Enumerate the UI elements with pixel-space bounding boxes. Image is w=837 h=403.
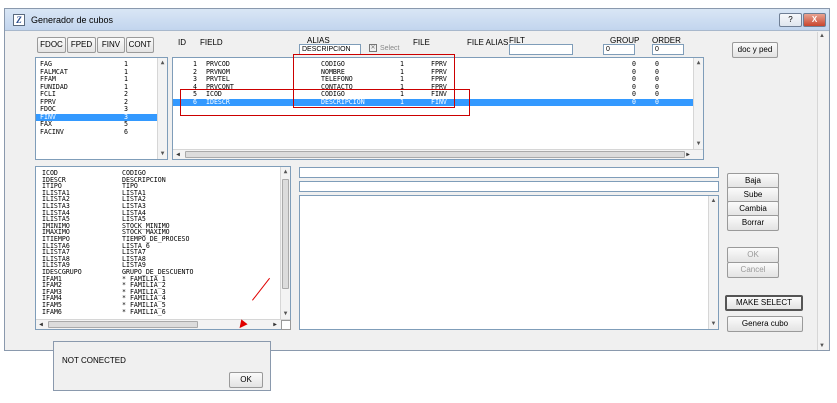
select-label: Select <box>380 45 400 52</box>
not-connected-dialog: NOT CONECTED OK <box>53 341 271 391</box>
sql-memo[interactable]: ▲ ▼ <box>299 195 719 330</box>
scroll-up-icon[interactable]: ▲ <box>158 58 167 68</box>
list-item[interactable]: IDESCR DESCRIPCION <box>36 176 280 184</box>
scroll-left-icon[interactable]: ◀ <box>173 150 183 159</box>
scroll-right-icon[interactable]: ▶ <box>270 320 280 329</box>
tab-fped[interactable]: FPED <box>67 37 96 53</box>
order-input[interactable]: 0 <box>652 44 684 55</box>
app-icon: Z <box>13 14 25 26</box>
list-item[interactable]: ITIPO TIPO <box>36 183 280 190</box>
list-item[interactable]: ILISTA8 LISTA8 <box>36 255 280 263</box>
list-item[interactable]: ILISTA7 LISTA7 <box>36 249 280 256</box>
list-item[interactable]: FACINV 6 <box>36 127 157 137</box>
window-vscrollbar[interactable]: ▲ ▼ <box>817 32 828 350</box>
size-grip <box>281 320 291 330</box>
scroll-down-icon[interactable]: ▼ <box>694 139 703 149</box>
help-button[interactable]: ? <box>779 13 802 27</box>
list-item[interactable]: IFAM6 * FAMILIA_6 <box>36 307 280 316</box>
scroll-down-icon[interactable]: ▼ <box>158 149 167 159</box>
ok-button[interactable]: OK <box>727 247 779 263</box>
table-list-scrollbar[interactable]: ▲ ▼ <box>157 58 167 159</box>
vscroll-thumb[interactable] <box>282 179 289 289</box>
expression-input-2[interactable] <box>299 181 719 192</box>
grid-hscrollbar[interactable]: ◀ ▶ <box>173 149 703 159</box>
cell-order: 0 <box>655 97 659 106</box>
header-field: FIELD <box>200 38 223 47</box>
scroll-down-icon[interactable]: ▼ <box>709 319 718 329</box>
group-input[interactable]: 0 <box>603 44 635 55</box>
list-item[interactable]: ILISTA4 LISTA4 <box>36 209 280 217</box>
header-id: ID <box>178 38 186 47</box>
header-file: FILE <box>413 38 430 47</box>
memo-vscrollbar[interactable]: ▲ ▼ <box>708 196 718 329</box>
field-source-list[interactable]: ICOD CODIGO IDESCR DESCRIPCION ITIPO TIPO ILIS… <box>35 166 291 330</box>
list-item[interactable]: ILISTA3 LISTA3 <box>36 202 280 210</box>
scroll-up-icon[interactable]: ▲ <box>281 167 290 177</box>
title-bar: Z Generador de cubos ? X <box>5 9 829 31</box>
dialog-ok-button[interactable]: OK <box>229 372 263 388</box>
select-checkbox-icon[interactable]: ✕ <box>369 44 377 52</box>
list-item[interactable]: ILISTA1 LISTA1 <box>36 189 280 197</box>
fields-vscrollbar[interactable]: ▲ ▼ <box>280 167 290 319</box>
scroll-up-icon[interactable]: ▲ <box>709 196 718 206</box>
field-code: IFAM6 <box>42 307 62 316</box>
cell-group: 0 <box>632 97 636 106</box>
hscroll-thumb[interactable] <box>48 321 198 328</box>
make-select-button[interactable]: MAKE SELECT <box>725 295 803 311</box>
hscroll-thumb[interactable] <box>185 151 685 158</box>
header-file-alias: FILE ALIAS <box>467 38 509 47</box>
tab-cont[interactable]: CONT <box>126 37 154 53</box>
fields-hscrollbar[interactable]: ◀ ▶ <box>36 319 290 329</box>
scroll-up-icon[interactable]: ▲ <box>694 58 703 68</box>
list-item[interactable]: ILISTA2 LISTA2 <box>36 196 280 203</box>
scroll-up-icon[interactable]: ▲ <box>819 33 825 39</box>
grid-vscrollbar[interactable]: ▲ ▼ <box>693 58 703 149</box>
borrar-button[interactable]: Borrar <box>727 215 779 231</box>
table-list[interactable]: FAG 1 FALMCAT 1 FFAM 1 FUNIDAD 1 FCLI 2 FPRV 2 FDOC 3… <box>35 57 168 160</box>
dialog-message: NOT CONECTED <box>62 356 126 365</box>
list-item[interactable]: ITIEMPO TIEMPO_DE_PROCESO <box>36 235 280 243</box>
cancel-button[interactable]: Cancel <box>727 262 779 278</box>
table-count: 6 <box>124 127 128 136</box>
tab-finv[interactable]: FINV <box>97 37 125 53</box>
expression-input[interactable] <box>299 167 719 178</box>
window-title: Generador de cubos <box>31 15 114 25</box>
list-item[interactable]: ILISTA6 LISTA_6 <box>36 242 280 250</box>
doc-y-ped-button[interactable]: doc y ped <box>732 42 778 58</box>
table-name: FACINV <box>40 127 64 136</box>
scroll-down-icon[interactable]: ▼ <box>281 309 290 319</box>
main-window: Z Generador de cubos ? X FDOC FPED FINV … <box>4 8 830 351</box>
genera-cubo-button[interactable]: Genera cubo <box>727 316 803 332</box>
close-button[interactable]: X <box>803 13 826 27</box>
highlight-box <box>180 89 470 116</box>
filt-input[interactable] <box>509 44 573 55</box>
field-desc: * FAMILIA_6 <box>122 307 166 316</box>
tab-fdoc[interactable]: FDOC <box>37 37 66 53</box>
scroll-down-icon[interactable]: ▼ <box>819 343 825 349</box>
list-item[interactable]: FINV 3 <box>36 113 157 121</box>
scroll-left-icon[interactable]: ◀ <box>36 320 46 329</box>
